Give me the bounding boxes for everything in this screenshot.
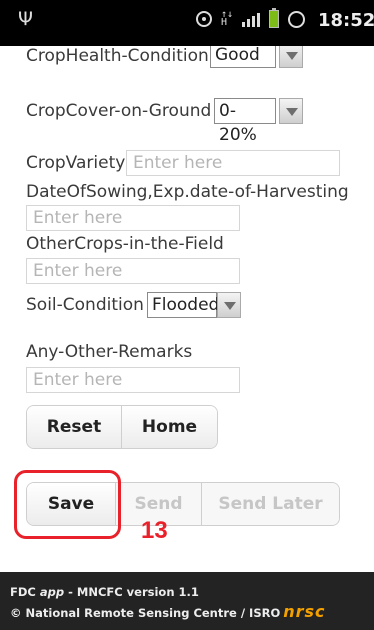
remarks-input[interactable]: Enter here [26, 367, 240, 393]
soil-condition-select[interactable]: Flooded [147, 292, 241, 318]
crop-variety-label: CropVariety [26, 153, 126, 173]
crop-cover-select[interactable]: 0-20% [214, 98, 303, 145]
send-later-button[interactable]: Send Later [201, 483, 339, 525]
chevron-down-icon[interactable] [217, 292, 241, 318]
soil-condition-value: Flooded [147, 292, 219, 318]
status-icons: ↑↓ H [196, 8, 306, 28]
footer-version: FDC app - MNCFC version 1.1 [10, 585, 199, 599]
soil-condition-label: Soil-Condition [26, 295, 144, 315]
crop-cover-label: CropCover-on-Ground [26, 101, 212, 121]
other-crops-label: OtherCrops-in-the-Field [26, 234, 224, 254]
reset-home-group: Reset Home [26, 405, 218, 449]
crop-variety-input[interactable]: Enter here [126, 150, 340, 176]
gps-icon [196, 11, 212, 27]
battery-icon [269, 8, 280, 28]
remarks-label: Any-Other-Remarks [26, 342, 193, 362]
clock: 18:52 [318, 10, 374, 31]
date-of-sowing-input[interactable]: Enter here [26, 205, 240, 231]
save-highlight-box [14, 470, 121, 539]
chevron-down-icon[interactable] [279, 98, 303, 124]
alarm-icon [288, 10, 306, 28]
crop-health-select[interactable]: Good [210, 46, 303, 68]
crop-cover-value: 0-20% [214, 98, 276, 145]
nrsc-logo: nrsc [283, 602, 326, 621]
step-number: 13 [141, 517, 168, 544]
footer-copyright: © National Remote Sensing Centre / ISRO n… [10, 602, 326, 621]
signal-icon [242, 11, 261, 27]
other-crops-input[interactable]: Enter here [26, 258, 240, 284]
chevron-down-icon[interactable] [279, 46, 303, 68]
form-scroll-area[interactable]: CropHealth-Condition Good [0, 46, 374, 630]
home-button[interactable]: Home [121, 406, 217, 448]
crop-health-label: CropHealth-Condition [26, 46, 209, 66]
crop-health-value: Good [210, 46, 276, 68]
reset-button[interactable]: Reset [27, 406, 121, 448]
date-of-sowing-label: DateOfSowing,Exp.date-of-Harvesting [26, 182, 349, 202]
footer: FDC app - MNCFC version 1.1 © National R… [0, 572, 374, 630]
data-updown-icon: ↑↓ H [221, 9, 234, 28]
usb-icon: Ψ [18, 8, 33, 30]
status-bar: Ψ ↑↓ H 18:52 [0, 0, 374, 46]
